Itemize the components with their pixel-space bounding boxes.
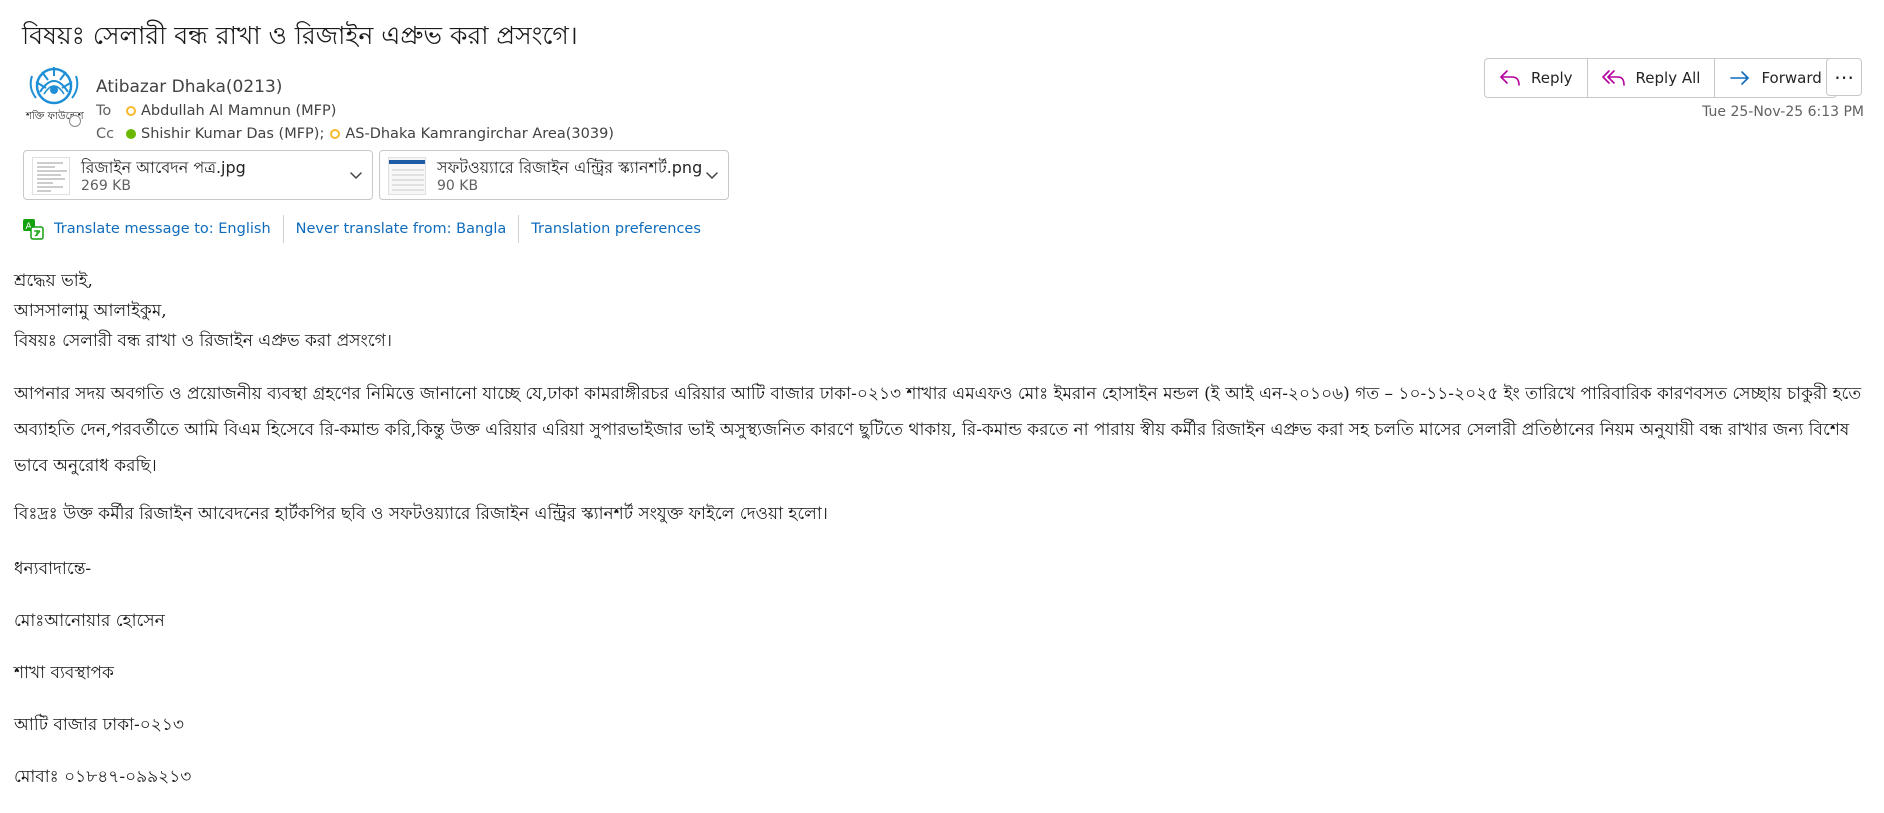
attachment-size: 269 KB [81,178,131,194]
to-label: To [96,103,112,119]
reply-all-label: Reply All [1635,69,1701,87]
sender-name[interactable]: Atibazar Dhaka(0213) [96,77,282,97]
cc-recipient[interactable]: Shishir Kumar Das (MFP); [141,126,324,142]
salam-line: আসসালামু আলাইকুম, [14,301,167,321]
divider [518,215,520,243]
chevron-down-icon[interactable] [704,167,720,183]
cc-line: Cc Shishir Kumar Das (MFP); AS-Dhaka Kam… [96,126,614,142]
reply-all-arrow-icon [1601,70,1625,86]
attachment-size: 90 KB [437,178,479,194]
body-subject-line: বিষয়ঃ সেলারী বন্ধ রাখা ও রিজাইন এপ্রুভ … [14,331,392,351]
reply-button[interactable]: Reply [1485,59,1588,97]
attachment-card[interactable]: সফটওয়্যারে রিজাইন এন্ট্রির স্ক্যানশর্ট.… [379,150,729,200]
reply-arrow-icon [1500,70,1520,86]
forward-arrow-icon [1730,71,1750,85]
attachment-thumbnail [388,157,426,195]
signature-phone: মোবাঃ ০১৮৪৭-০৯৯২১৩ [14,767,192,787]
more-actions-button[interactable]: ⋯ [1826,58,1862,96]
message-body: শ্রদ্ধেয় ভাই, আসসালামু আলাইকুম, বিষয়ঃ … [14,266,1870,792]
reply-all-button[interactable]: Reply All [1588,59,1716,97]
document-image-icon [33,158,69,194]
attachment-card[interactable]: রিজাইন আবেদন পত্র.jpg 269 KB [23,150,373,200]
signature-title: শাখা ব্যবস্থাপক [14,663,114,683]
presence-away-icon [126,106,136,116]
divider [282,215,284,243]
presence-indicator [69,115,81,127]
presence-away-icon [330,129,341,139]
greeting-line: শ্রদ্ধেয় ভাই, [14,271,93,291]
screenshot-image-icon [389,158,425,194]
more-horizontal-icon: ⋯ [1834,65,1854,89]
attachment-thumbnail [32,157,70,195]
translate-icon: A [23,219,44,240]
chevron-down-icon[interactable] [348,167,364,183]
translate-message-link[interactable]: Translate message to: English [54,221,271,237]
forward-button[interactable]: Forward [1715,59,1835,97]
forward-label: Forward [1761,69,1822,87]
never-translate-link[interactable]: Never translate from: Bangla [296,221,507,237]
email-subject: বিষয়ঃ সেলারী বন্ধ রাখা ও রিজাইন এপ্রুভ … [22,21,578,50]
translation-preferences-link[interactable]: Translation preferences [531,221,701,237]
reply-label: Reply [1531,69,1573,87]
to-line: To Abdullah Al Mamnun (MFP) [96,103,336,119]
closing-line: ধন্যবাদান্তে- [14,559,92,579]
message-actions: Reply Reply All Forward [1484,58,1837,98]
signature-name: মোঃআনোয়ার হোসেন [14,611,165,631]
signature-branch: আটি বাজার ঢাকা-০২১৩ [14,715,184,735]
presence-available-icon [126,129,136,139]
to-recipient[interactable]: Abdullah Al Mamnun (MFP) [141,103,336,119]
body-paragraph: আপনার সদয় অবগতি ও প্রয়োজনীয় ব্যবস্থা … [14,384,1862,476]
cc-recipient[interactable]: AS-Dhaka Kamrangirchar Area(3039) [345,126,614,142]
signature-block: ধন্যবাদান্তে- মোঃআনোয়ার হোসেন শাখা ব্যব… [14,554,1870,792]
cc-label: Cc [96,126,115,142]
body-note: বিঃদ্রঃ উক্ত কর্মীর রিজাইন আবেদনের হার্ট… [14,504,828,524]
translation-bar: A Translate message to: English Never tr… [22,215,701,243]
received-date: Tue 25-Nov-25 6:13 PM [1702,104,1864,120]
